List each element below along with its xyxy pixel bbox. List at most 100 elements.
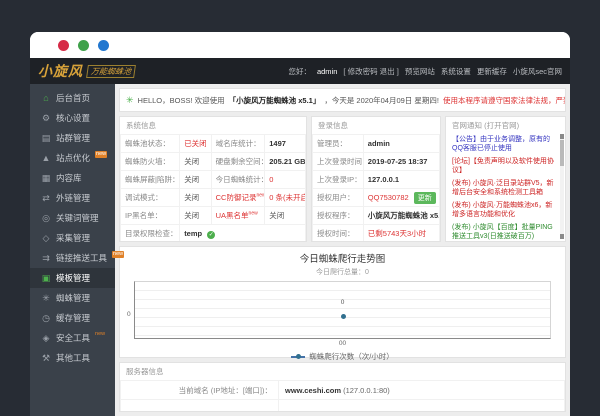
scroll-up-arrow[interactable] xyxy=(560,134,564,139)
sidebar-item-spiders[interactable]: ✳ 蜘蛛管理 xyxy=(30,288,115,308)
legal-warning: 使用本程序请遵守国家法律法规，严禁将本程序用于违法用途! xyxy=(443,95,566,106)
window-maximize-button[interactable] xyxy=(98,40,109,51)
panel-title: 系统信息 xyxy=(120,117,306,134)
table-row: 上次登录时间： 2019-07-25 18:37 xyxy=(313,153,440,171)
sidebar-item-collection[interactable]: ◇ 采集管理 xyxy=(30,228,115,248)
welcome-notice-bar: ✳ HELLO，BOSS! 欢迎使用 「小旋风万能蜘蛛池 x5.1」 ，今天是 … xyxy=(119,88,566,112)
notice-link[interactable]: 【公告】由于业务调整，原有的QQ客服已停止使用 xyxy=(452,135,555,154)
sidebar-item-link-push[interactable]: ⇉ 链接推送工具 new xyxy=(30,248,115,268)
notice-link[interactable]: [论坛]【免责声明以及软件使用协议】 xyxy=(452,157,555,176)
info-panels-row: 系统信息 蜘蛛池状态： 已关闭 域名库统计： 1497 蜘蛛防火墙： xyxy=(119,116,566,242)
sidebar-item-security-tools[interactable]: ◈ 安全工具 new xyxy=(30,328,115,348)
sidebar-item-site-group[interactable]: ▤ 站群管理 xyxy=(30,128,115,148)
tools-icon: ⚒ xyxy=(41,353,51,364)
site-group-icon: ▤ xyxy=(41,133,51,144)
spider-chart-panel: 今日蜘蛛爬行走势图 今日爬行总量：0 0 0 00 蜘蛛爬行次数（次/小时） xyxy=(119,246,566,358)
sidebar-item-label: 外链管理 xyxy=(56,192,90,204)
security-icon: ◈ xyxy=(41,333,51,344)
login-info-panel: 登录信息 管理员： admin 上次登录时间： 2019-07-25 18:37 xyxy=(311,116,441,242)
sidebar-item-site-optimize[interactable]: ▲ 站点优化 new xyxy=(30,148,115,168)
new-badge: new xyxy=(256,193,264,199)
new-badge: new xyxy=(95,331,105,337)
notice-link[interactable]: (发布) 小旋风·泛目录站群V5，新增后台安全和系统检测工具箱 xyxy=(452,179,555,198)
official-notices-panel: 官网通知 (打开官网) 【公告】由于业务调整，原有的QQ客服已停止使用 [论坛]… xyxy=(445,116,566,242)
notice-link[interactable]: (发布) 小旋风【百度】批量PING推送工具v3(日推送破百万) xyxy=(452,223,555,242)
link-icon: ⇄ xyxy=(41,193,51,204)
greeting-label: 您好： xyxy=(288,66,311,77)
chart-legend: 蜘蛛爬行次数（次/小时） xyxy=(291,351,394,362)
cache-icon: ◷ xyxy=(41,313,51,324)
new-badge: new xyxy=(95,151,107,158)
account-links[interactable]: [ 修改密码 退出 ] xyxy=(343,66,398,77)
sidebar-item-cache[interactable]: ◷ 缓存管理 xyxy=(30,308,115,328)
check-icon: ✓ xyxy=(207,231,215,239)
sidebar-item-templates[interactable]: ▣ 模板管理 xyxy=(30,268,115,288)
update-cache-link[interactable]: 更新缓存 xyxy=(477,66,507,77)
table-row: 授权时间： 已剩5743天3小时 xyxy=(313,225,440,243)
notice-link[interactable]: (发布) 小旋风·万能蜘蛛池x6，新增多语言功能和优化 xyxy=(452,201,555,220)
temp-dir-label: temp xyxy=(184,229,202,238)
sidebar-item-label: 安全工具 xyxy=(56,332,90,344)
sidebar-item-label: 站群管理 xyxy=(56,132,90,144)
scroll-down-arrow[interactable] xyxy=(560,234,564,239)
sidebar-item-external-links[interactable]: ⇄ 外链管理 xyxy=(30,188,115,208)
panel-title: 服务器信息 xyxy=(120,363,565,380)
optimize-icon: ▲ xyxy=(41,153,51,163)
sidebar-item-keywords[interactable]: ◎ 关键词管理 xyxy=(30,208,115,228)
panel-title: 登录信息 xyxy=(312,117,440,134)
sidebar-item-label: 关键词管理 xyxy=(56,212,99,224)
sidebar-item-label: 蜘蛛管理 xyxy=(56,292,90,304)
sidebar-item-label: 采集管理 xyxy=(56,232,90,244)
sidebar-item-core-settings[interactable]: ⚙ 核心设置 xyxy=(30,108,115,128)
server-info-panel: 服务器信息 当前域名 (IP地址：[端口])： www.ceshi.com (1… xyxy=(119,362,566,412)
sidebar-item-label: 站点优化 xyxy=(56,152,90,164)
product-name: 「小旋风万能蜘蛛池 x5.1」 xyxy=(229,95,321,106)
ua-blacklist-link[interactable]: UA黑名单 xyxy=(216,211,249,220)
table-row: 目录权限检查： temp ✓ xyxy=(121,225,306,243)
license-user: QQ7530782 xyxy=(368,193,409,202)
sidebar-item-label: 模板管理 xyxy=(56,272,90,284)
spider-icon: ✳ xyxy=(41,293,51,304)
logo-subtitle: 万能蜘蛛池 xyxy=(86,65,136,78)
window-body: ⌂ 后台首页 ⚙ 核心设置 ▤ 站群管理 ▲ 站点优化 new ▦ xyxy=(30,84,570,416)
server-info-table: 当前域名 (IP地址：[端口])： www.ceshi.com (127.0.0… xyxy=(120,380,565,412)
sidebar-item-other-tools[interactable]: ⚒ 其他工具 xyxy=(30,348,115,368)
header-user-menu: 您好： admin [ 修改密码 退出 ] 预览网站 系统设置 更新缓存 小旋风… xyxy=(288,66,562,77)
screenshot-stage: 小旋风 万能蜘蛛池 您好： admin [ 修改密码 退出 ] 预览网站 系统设… xyxy=(0,0,600,416)
main-content: ✳ HELLO，BOSS! 欢迎使用 「小旋风万能蜘蛛池 x5.1」 ，今天是 … xyxy=(115,84,570,416)
notices-scrollbar[interactable] xyxy=(560,134,564,239)
sidebar-item-content-library[interactable]: ▦ 内容库 xyxy=(30,168,115,188)
table-row xyxy=(121,400,565,413)
template-icon: ▣ xyxy=(41,273,51,284)
date-text: ，今天是 2020年04月09日 星期四! xyxy=(324,95,439,106)
chart-plot-wrap: 0 0 00 xyxy=(134,281,551,347)
cc-defense-link[interactable]: CC防御记录 xyxy=(216,193,257,202)
scrollbar-thumb[interactable] xyxy=(560,140,564,166)
table-row: 蜘蛛防火墙： 关闭 硬盘剩余空间： 205.21 GB xyxy=(121,153,306,171)
table-row: IP黑名单： 关闭 UA黑名单new 关闭 xyxy=(121,207,306,225)
x-axis-tick: 00 xyxy=(134,340,551,347)
keyword-icon: ◎ xyxy=(41,213,51,224)
push-icon: ⇉ xyxy=(41,253,51,264)
window-close-button[interactable] xyxy=(58,40,69,51)
app-header: 小旋风 万能蜘蛛池 您好： admin [ 修改密码 退出 ] 预览网站 系统设… xyxy=(30,58,570,84)
panel-title[interactable]: 官网通知 (打开官网) xyxy=(446,117,565,134)
domain-ip-port: (127.0.0.1:80) xyxy=(341,386,390,395)
data-point xyxy=(341,314,346,319)
new-badge: new xyxy=(249,211,258,217)
sidebar-item-dashboard[interactable]: ⌂ 后台首页 xyxy=(30,88,115,108)
system-settings-link[interactable]: 系统设置 xyxy=(441,66,471,77)
legend-label: 蜘蛛爬行次数（次/小时） xyxy=(309,351,394,362)
table-row: 蜘蛛池状态： 已关闭 域名库统计： 1497 xyxy=(121,135,306,153)
y-axis-tick: 0 xyxy=(127,311,131,318)
update-license-button[interactable]: 更新 xyxy=(414,192,436,204)
preview-site-link[interactable]: 预览网站 xyxy=(405,66,435,77)
system-info-table: 蜘蛛池状态： 已关闭 域名库统计： 1497 蜘蛛防火墙： 关闭 硬盘剩余空间：… xyxy=(120,134,306,242)
new-badge: new xyxy=(112,251,124,258)
data-point-label: 0 xyxy=(341,299,345,306)
official-site-link[interactable]: 小旋风sec官网 xyxy=(513,66,562,77)
sidebar-item-label: 其他工具 xyxy=(56,352,90,364)
home-icon: ⌂ xyxy=(41,93,51,103)
window-minimize-button[interactable] xyxy=(78,40,89,51)
chart-title: 今日蜘蛛爬行走势图 xyxy=(300,251,386,265)
